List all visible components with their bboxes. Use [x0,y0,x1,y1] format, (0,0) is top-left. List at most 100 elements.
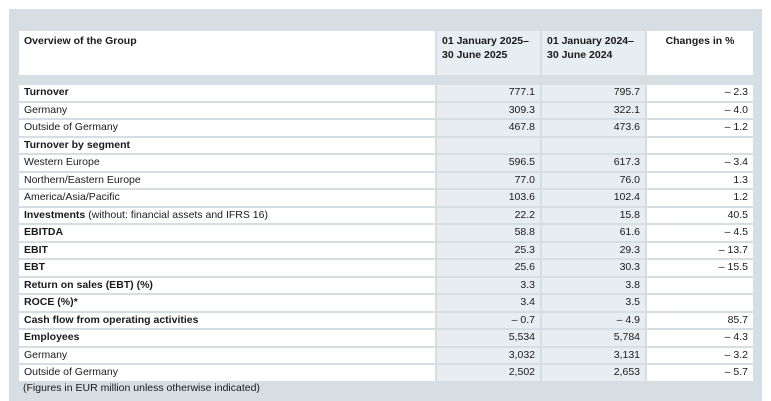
row-label-text: Turnover [24,86,69,98]
value-2025: 309.3 [437,102,540,118]
value-change: – 4.5 [647,225,753,241]
row-label-text: EBT [24,261,45,273]
group-overview-table: Overview of the Group Turnover Germany Out… [19,31,753,381]
value-change: – 2.3 [647,85,753,101]
row-label-text: EBIT [24,243,48,256]
value-2025: 22.2 [437,207,540,223]
value-change: 85.7 [647,312,753,328]
value-2025: 467.8 [437,120,540,136]
value-change [647,277,753,293]
row-label: EBIT [19,242,435,258]
header-2024-line-1: 01 January 2024– [547,35,634,47]
value-change: – 3.2 [647,347,753,363]
value-2024: 61.6 [542,225,645,241]
row-label: Western Europe [19,155,435,171]
header-change: Changes in % [647,31,753,75]
value-2025: 25.6 [437,260,540,276]
footnote: (Figures in EUR million unless otherwise… [23,382,260,394]
row-label: Turnover by segment [19,137,435,153]
value-2024: 29.3 [542,242,645,258]
column-label: Overview of the Group Turnover Germany Out… [19,31,435,381]
row-label-text: Employees [24,331,80,343]
row-label: Outside of Germany [19,365,435,381]
value-2025: 3.4 [437,295,540,311]
row-label-note: (without: financial assets and IFRS 16) [85,208,268,221]
value-2025: 77.0 [437,172,540,188]
header-spacer [19,77,435,83]
value-change [647,137,753,153]
column-2024: 01 January 2024– 30 June 2024 795.7 322.1… [542,31,645,381]
value-change: – 3.4 [647,155,753,171]
value-2024: 3.5 [542,295,645,311]
header-spacer [647,77,753,83]
value-change [647,295,753,311]
value-2024: 617.3 [542,155,645,171]
value-change: 40.5 [647,207,753,223]
header-2025-line-2: 30 June 2025 [442,49,508,61]
value-2025: 3.3 [437,277,540,293]
row-label: America/Asia/Pacific [19,190,435,206]
value-2025: – 0.7 [437,312,540,328]
header-spacer [437,77,540,83]
row-label-text: EBITDA [24,226,64,238]
value-2024: 3.8 [542,277,645,293]
row-label: Investments (without: financial assets a… [19,207,435,223]
value-2025: 5,534 [437,330,540,346]
row-label-text: Investments [24,208,86,221]
value-2024: 15.8 [542,207,645,223]
row-label: Return on sales (EBT) (%) [19,277,435,293]
row-label-text: Germany [24,103,68,116]
row-label-text: Return on sales (EBT) (%) [24,278,153,291]
value-2024: – 4.9 [542,312,645,328]
row-label-text: Germany [24,348,68,361]
row-label: Employees [19,330,435,346]
row-label: Northern/Eastern Europe [19,172,435,188]
value-2025: 3,032 [437,347,540,363]
value-2025: 58.8 [437,225,540,241]
value-change: 1.3 [647,172,753,188]
value-2024: 102.4 [542,190,645,206]
header-spacer [542,77,645,83]
header-2025-line-1: 01 January 2025– [442,35,529,47]
value-2024: 30.3 [542,260,645,276]
row-label: Germany [19,102,435,118]
value-2024: 3,131 [542,347,645,363]
value-change: – 13.7 [647,242,753,258]
value-change: – 5.7 [647,365,753,381]
row-label: Turnover [19,85,435,101]
row-label: Cash flow from operating activities [19,312,435,328]
row-label-text: Outside of Germany [24,366,118,378]
value-change: – 4.3 [647,330,753,346]
value-2025: 596.5 [437,155,540,171]
row-label: Outside of Germany [19,120,435,136]
row-label-text: ROCE (%)* [24,296,78,308]
value-2025: 2,502 [437,365,540,381]
value-2025: 777.1 [437,85,540,101]
row-label: EBITDA [19,225,435,241]
row-label-text: Turnover by segment [24,138,130,151]
header-2025: 01 January 2025– 30 June 2025 [437,31,540,75]
row-label-text: Northern/Eastern Europe [24,173,141,186]
value-2025 [437,137,540,153]
row-label-text: Western Europe [24,156,100,168]
row-label: EBT [19,260,435,276]
header-2024: 01 January 2024– 30 June 2024 [542,31,645,75]
value-change: – 1.2 [647,120,753,136]
value-2024: 2,653 [542,365,645,381]
column-change: Changes in % – 2.3– 4.0 – 1.2 – 3.4 1.3 1.2 4… [647,31,753,381]
value-2024: 5,784 [542,330,645,346]
value-2024: 795.7 [542,85,645,101]
value-change: 1.2 [647,190,753,206]
row-label-text: America/Asia/Pacific [24,191,120,203]
row-label-text: Outside of Germany [24,121,118,133]
value-2025: 103.6 [437,190,540,206]
row-label: Germany [19,347,435,363]
column-2025: 01 January 2025– 30 June 2025 777.1 309.3… [437,31,540,381]
value-2024 [542,137,645,153]
row-label-text: Cash flow from operating activities [24,313,199,326]
header-2024-line-2: 30 June 2024 [547,49,613,61]
value-2024: 473.6 [542,120,645,136]
value-change: – 15.5 [647,260,753,276]
header-overview: Overview of the Group [19,31,435,75]
value-change: – 4.0 [647,102,753,118]
